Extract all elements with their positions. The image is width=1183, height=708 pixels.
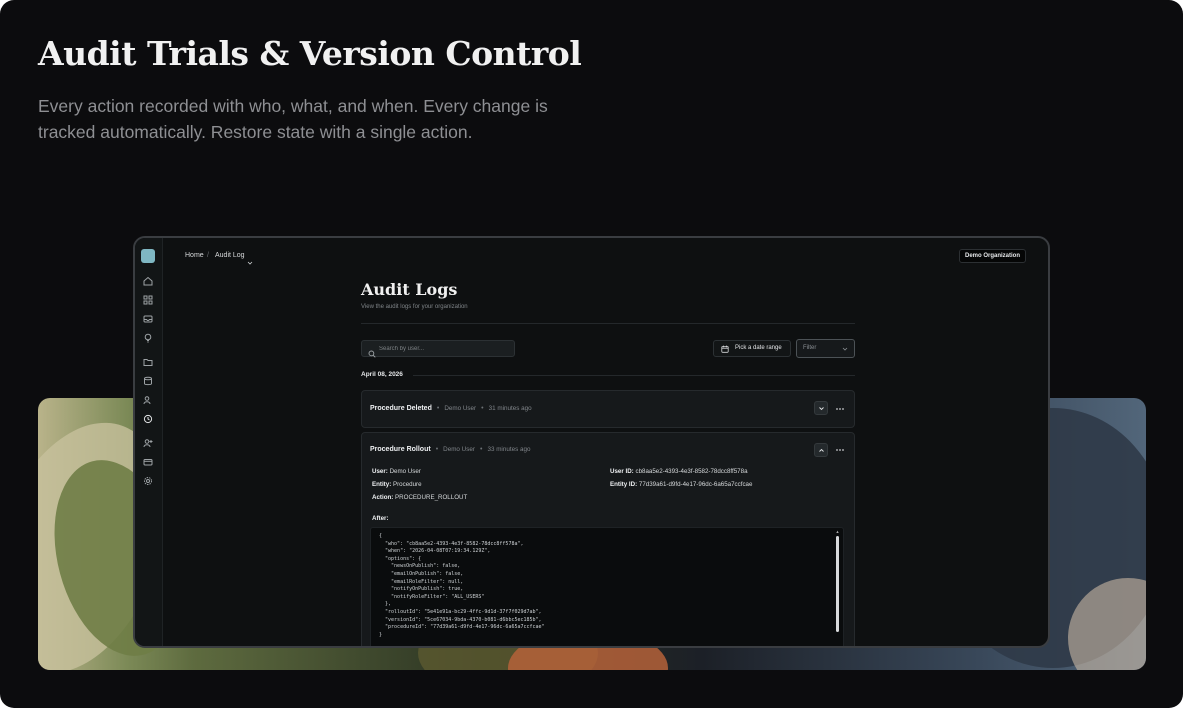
feature-panel: Audit Trials & Version Control Every act… xyxy=(0,0,1183,708)
log-entry-action: Procedure Rollout xyxy=(370,446,431,453)
detail-entity-id: Entity ID: 77d39a61-d9fd-4e17-96dc-6a65a… xyxy=(610,481,753,488)
filter-placeholder: Filter xyxy=(803,345,817,351)
history-icon[interactable] xyxy=(143,414,153,424)
sidebar xyxy=(135,238,163,646)
expand-button[interactable] xyxy=(814,401,828,415)
top-bar: Home / Audit Log Demo Organization xyxy=(163,238,1048,274)
log-entry-time: 31 minutes ago xyxy=(488,405,532,412)
breadcrumb-current[interactable]: Audit Log xyxy=(215,252,245,259)
date-range-label: Pick a date range xyxy=(735,345,782,351)
after-label: After: xyxy=(372,515,389,522)
json-code-block[interactable]: { "who": "cb8aa5e2-4393-4e3f-8582-78dcc8… xyxy=(370,527,844,646)
collapse-button[interactable] xyxy=(814,443,828,457)
app-window: Home / Audit Log Demo Organization Audit… xyxy=(133,236,1050,648)
log-entry-header: Procedure Rollout • Demo User • 33 minutes a… xyxy=(370,446,531,453)
detail-action: Action: PROCEDURE_ROLLOUT xyxy=(372,494,468,501)
chevron-down-icon xyxy=(842,346,848,352)
home-icon[interactable] xyxy=(143,276,153,286)
settings-icon[interactable] xyxy=(143,476,153,486)
log-entry-header: Procedure Deleted • Demo User • 31 minutes a… xyxy=(370,405,532,412)
detail-entity: Entity: Procedure xyxy=(372,481,422,488)
scrollbar[interactable]: ▲ ▼ xyxy=(835,530,840,646)
chevron-down-icon[interactable] xyxy=(247,253,253,265)
app-logo[interactable] xyxy=(141,249,155,263)
hero-subtitle: Every action recorded with who, what, an… xyxy=(38,96,548,142)
filter-select[interactable]: Filter xyxy=(796,339,855,358)
card-icon[interactable] xyxy=(143,457,153,467)
date-group-heading: April 08, 2026 xyxy=(361,371,403,378)
json-after-content: { "who": "cb8aa5e2-4393-4e3f-8582-78dcc8… xyxy=(379,533,545,638)
hero-title: Audit Trials & Version Control xyxy=(38,34,582,73)
search-box[interactable] xyxy=(361,340,515,358)
log-entry-user: Demo User xyxy=(444,405,477,412)
chevron-up-icon xyxy=(819,448,824,452)
grid-icon[interactable] xyxy=(143,295,153,305)
divider xyxy=(361,323,855,324)
user-plus-icon[interactable] xyxy=(143,438,153,448)
log-entry-time: 33 minutes ago xyxy=(487,446,531,453)
lightbulb-icon[interactable] xyxy=(143,333,153,343)
more-options-icon[interactable] xyxy=(834,402,846,414)
divider xyxy=(413,375,855,376)
scrollbar-thumb[interactable] xyxy=(836,536,839,632)
breadcrumb-separator: / xyxy=(207,252,209,259)
search-icon xyxy=(368,345,376,358)
detail-user-id: User ID: cb8aa5e2-4393-4e3f-8582-78dcc8f… xyxy=(610,468,748,475)
date-range-button[interactable]: Pick a date range xyxy=(713,340,791,357)
page-subtitle: View the audit logs for your organizatio… xyxy=(361,304,468,310)
log-entry-card[interactable]: Procedure Deleted • Demo User • 31 minutes a… xyxy=(361,390,855,428)
log-entry-action: Procedure Deleted xyxy=(370,405,432,412)
users-icon[interactable] xyxy=(143,395,153,405)
page-title: Audit Logs xyxy=(361,280,458,299)
inbox-icon[interactable] xyxy=(143,314,153,324)
chevron-down-icon xyxy=(819,407,824,411)
organization-switcher[interactable]: Demo Organization xyxy=(958,249,1026,263)
folder-icon[interactable] xyxy=(143,357,153,367)
log-entry-user: Demo User xyxy=(443,446,475,453)
log-entry-card[interactable]: Procedure Rollout • Demo User • 33 minutes a… xyxy=(361,432,855,646)
breadcrumb-home[interactable]: Home xyxy=(185,252,204,259)
search-input[interactable] xyxy=(379,343,509,354)
calendar-icon xyxy=(721,345,729,353)
more-options-icon[interactable] xyxy=(834,443,846,455)
database-icon[interactable] xyxy=(143,376,153,386)
detail-user: User: Demo User xyxy=(372,468,421,475)
